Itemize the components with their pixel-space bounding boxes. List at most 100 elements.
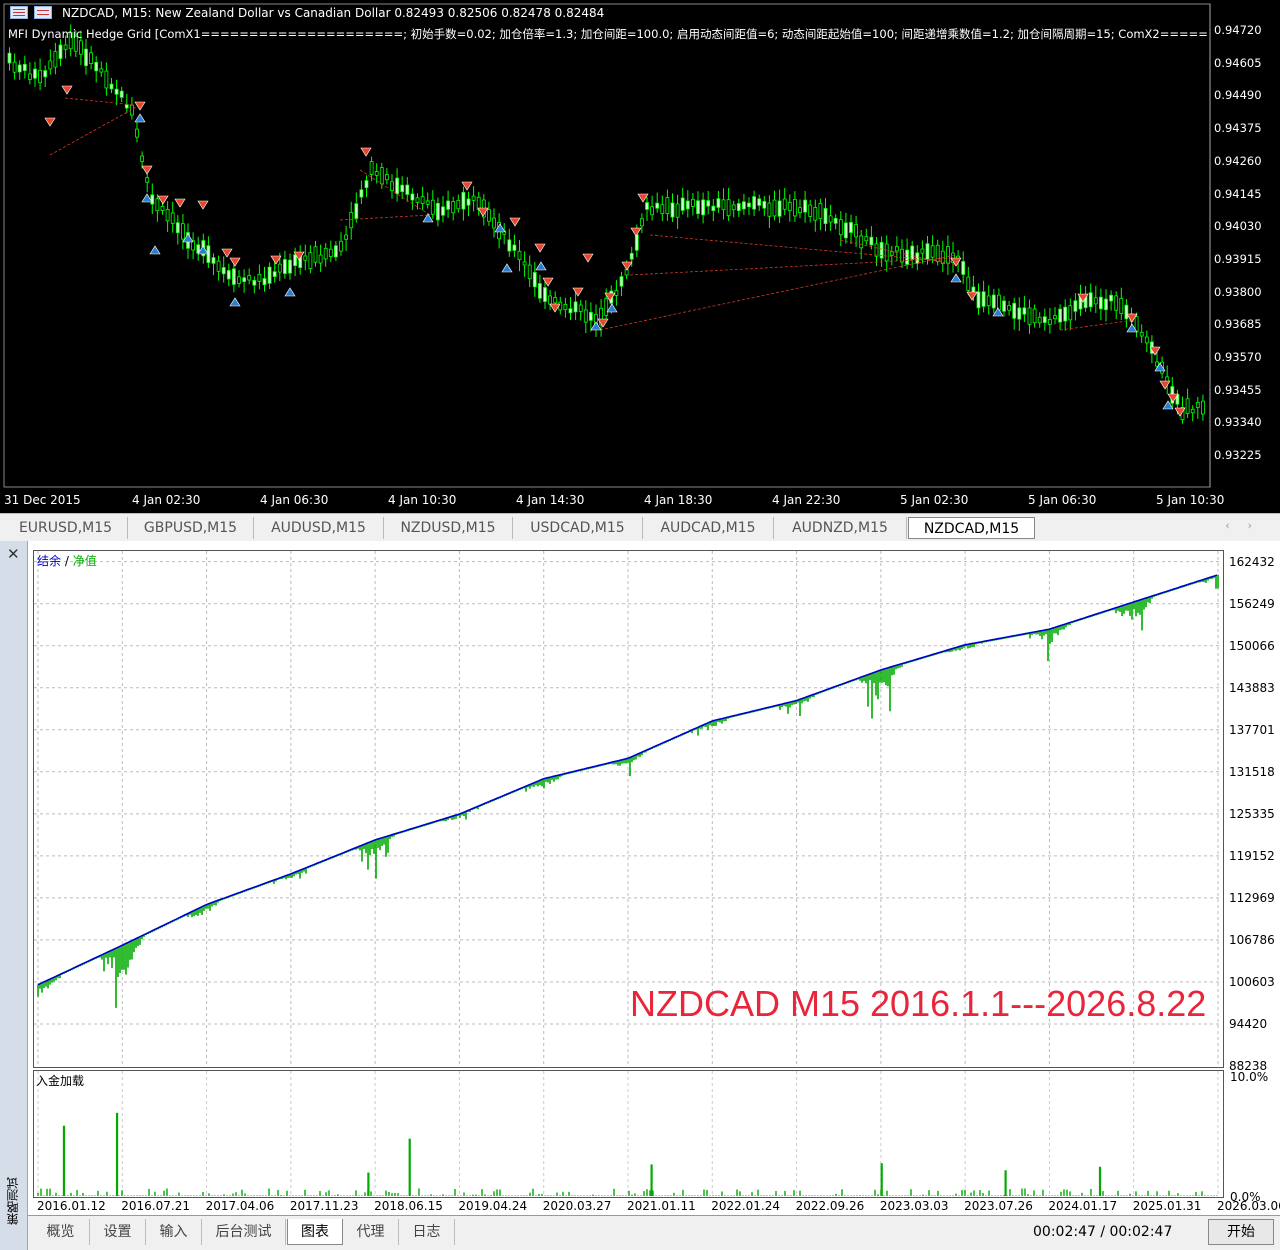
candle-body: [1002, 300, 1006, 312]
candle-body: [1155, 361, 1159, 367]
candle-body: [864, 236, 869, 242]
equity-tick-label: 162432: [1229, 554, 1275, 569]
tab-overview[interactable]: 概览: [32, 1219, 90, 1245]
price-chart[interactable]: NZDCAD, M15: New Zealand Dollar vs Canad…: [0, 0, 1280, 513]
candle-body: [359, 189, 364, 198]
tab-usdcad[interactable]: USDCAD,M15: [513, 517, 643, 539]
date-tick-label: 2017.04.06: [205, 1199, 275, 1213]
price-tick-label: 0.93570: [1214, 350, 1262, 364]
candle-body: [170, 212, 175, 224]
candle-body: [889, 251, 894, 256]
candle-body: [461, 191, 466, 210]
candle-body: [425, 200, 430, 205]
tab-journal[interactable]: 日志: [399, 1219, 455, 1245]
sell-arrow-icon: [221, 248, 233, 258]
date-tick-label: 2020.03.27: [542, 1199, 612, 1213]
date-tick-label: 2016.07.21: [121, 1199, 190, 1213]
sell-arrow-icon: [572, 287, 584, 297]
candle-body: [650, 206, 654, 216]
candle-body: [660, 204, 665, 215]
candle-body: [619, 276, 624, 287]
candle-body: [216, 260, 221, 272]
candle-body: [767, 202, 772, 217]
candle-body: [89, 52, 93, 64]
candle-body: [986, 295, 991, 307]
candle-body: [17, 64, 22, 73]
chart-toolbar-icons: [10, 6, 52, 19]
candle-body: [140, 155, 145, 162]
terminal-window: NZDCAD, M15: New Zealand Dollar vs Canad…: [0, 0, 1280, 1250]
candle-body: [1022, 307, 1027, 315]
time-tick-label: 4 Jan 06:30: [260, 493, 329, 507]
tab-audusd[interactable]: AUDUSD,M15: [254, 517, 384, 539]
candle-body: [1099, 296, 1103, 310]
price-tick-label: 0.93915: [1214, 251, 1262, 266]
candle-body: [43, 70, 48, 78]
time-tick-label: 5 Jan 06:30: [1028, 493, 1097, 507]
candle-body: [772, 199, 777, 217]
candle-body: [328, 248, 333, 257]
candle-body: [1027, 307, 1032, 325]
sell-arrow-icon: [966, 291, 978, 301]
tab-audcad[interactable]: AUDCAD,M15: [643, 517, 774, 539]
candle-body: [1053, 315, 1057, 320]
equity-tick-label: 94420: [1229, 1016, 1268, 1031]
equity-tick-label: 156249: [1229, 596, 1275, 611]
candle-body: [1195, 401, 1200, 408]
candle-body: [920, 248, 925, 254]
chart-border: [3, 3, 1211, 488]
candle-body: [522, 261, 527, 266]
candle-body: [384, 174, 389, 181]
legend-separator: /: [61, 554, 73, 568]
buy-arrow-icon: [501, 263, 513, 273]
candle-body: [670, 202, 675, 218]
candle-body: [471, 195, 476, 201]
chart-window-icon[interactable]: [10, 6, 28, 19]
chart-bars-icon[interactable]: [34, 6, 52, 19]
candle-body: [854, 224, 858, 238]
tab-nzdusd[interactable]: NZDUSD,M15: [384, 517, 513, 539]
price-tick-label: 0.94030: [1214, 219, 1262, 234]
candle-body: [277, 263, 282, 273]
candle-body: [374, 171, 379, 176]
sell-arrow-icon: [197, 200, 209, 210]
tab-scroll-arrows[interactable]: ‹›: [1225, 519, 1270, 532]
tab-eurusd[interactable]: EURUSD,M15: [4, 517, 128, 539]
candle-body: [910, 245, 915, 260]
candle-body: [634, 234, 639, 251]
grid-order-line: [359, 169, 431, 216]
candle-body: [527, 264, 532, 280]
candle-body: [145, 177, 150, 183]
price-tick-label: 0.94145: [1214, 186, 1262, 201]
tab-settings[interactable]: 设置: [90, 1219, 146, 1245]
buy-arrow-icon: [229, 297, 241, 307]
deposit-load-label: 入金加载: [36, 1074, 85, 1088]
date-tick-label: 2025.01.31: [1132, 1199, 1202, 1213]
candle-body: [961, 261, 966, 275]
date-tick-label: 2023.07.26: [964, 1199, 1033, 1213]
tab-inputs[interactable]: 输入: [146, 1219, 202, 1245]
candle-body: [99, 68, 104, 73]
tab-audnzd[interactable]: AUDNZD,M15: [774, 517, 907, 539]
tab-nzdcad[interactable]: NZDCAD,M15: [908, 517, 1035, 539]
candle-body: [354, 203, 359, 219]
candle-body: [369, 161, 374, 175]
buy-arrow-icon: [134, 113, 146, 123]
start-button[interactable]: 开始: [1208, 1219, 1274, 1245]
tab-gbpusd[interactable]: GBPUSD,M15: [128, 517, 254, 539]
equity-tick-label: 125335: [1229, 806, 1275, 821]
candle-body: [991, 294, 996, 309]
candle-body: [1012, 302, 1017, 319]
tab-graph[interactable]: 图表: [287, 1219, 343, 1245]
buy-arrow-icon: [494, 223, 506, 233]
price-tick-label: 0.93800: [1214, 284, 1262, 299]
sell-arrow-icon: [477, 207, 489, 217]
candle-body: [818, 202, 823, 220]
tab-backtest[interactable]: 后台测试: [202, 1219, 286, 1245]
candle-body: [492, 217, 496, 229]
grid-order-line: [339, 214, 431, 221]
test-period-annotation: NZDCAD M15 2016.1.1---2026.8.22: [630, 983, 1207, 1024]
chart-title: NZDCAD, M15: New Zealand Dollar vs Canad…: [62, 6, 605, 20]
tab-agents[interactable]: 代理: [343, 1219, 399, 1245]
candle-body: [282, 259, 287, 274]
